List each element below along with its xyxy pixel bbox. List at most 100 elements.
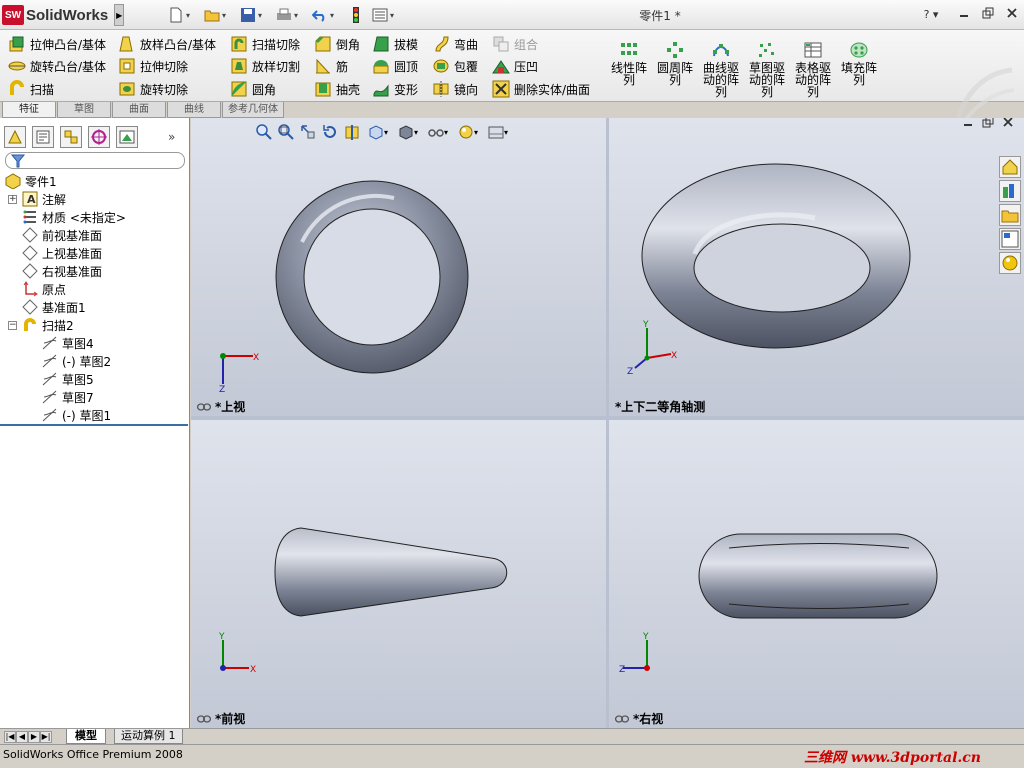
configuration-manager-tab[interactable]	[60, 126, 82, 148]
rebuild-button[interactable]	[348, 6, 366, 24]
table-driven-pattern-button[interactable]: 表格驱 动的阵 列	[790, 42, 836, 98]
curve-driven-pattern-button[interactable]: 曲线驱 动的阵 列	[698, 42, 744, 98]
design-library-tab[interactable]	[999, 180, 1021, 202]
restore-button[interactable]	[980, 7, 996, 23]
mirror-label: 镜向	[454, 82, 479, 97]
tree-child-sketch2[interactable]: (-) 草图2	[0, 352, 190, 370]
viewport-right-name: *右视	[633, 712, 664, 726]
tab-features[interactable]: 特征	[2, 102, 56, 118]
dome-button[interactable]: 圆顶	[372, 56, 418, 76]
property-manager-tab[interactable]	[32, 126, 54, 148]
swept-boss-button[interactable]: 扫描	[8, 79, 54, 99]
tree-item-plane1[interactable]: 基准面1	[0, 298, 190, 316]
tree-item-annotations[interactable]: + A 注解	[0, 190, 190, 208]
tree-root-part[interactable]: 零件1	[0, 172, 190, 190]
panel-collapse-chevron-icon[interactable]: »	[168, 130, 175, 144]
solidworks-resources-tab[interactable]	[999, 156, 1021, 178]
extruded-boss-button[interactable]: 拉伸凸台/基体	[8, 34, 106, 54]
scroll-first-icon[interactable]: |◀	[4, 731, 16, 743]
collapse-minus-icon[interactable]: −	[8, 320, 17, 330]
rib-button[interactable]: 筋	[314, 56, 348, 76]
table-driven-pattern-label: 表格驱 动的阵 列	[794, 61, 831, 99]
feature-manager-tab[interactable]	[4, 126, 26, 148]
viewport-front-label[interactable]: *前视	[197, 710, 245, 727]
graphics-area[interactable]: ▾ ▾ ▾ ▾ ▾ X Z *上视 Y X Z *上下二等角轴测 Y X *前视…	[191, 118, 1024, 728]
tab-motion-study[interactable]: 运动算例 1	[114, 729, 183, 744]
print-button[interactable]: ▾	[276, 6, 298, 24]
tab-model[interactable]: 模型	[66, 729, 106, 744]
plane-icon	[22, 263, 38, 279]
tree-item-right-plane[interactable]: 右视基准面	[0, 262, 190, 280]
tab-curves[interactable]: 曲线	[167, 102, 221, 118]
fill-pattern-button[interactable]: 填充阵 列	[836, 42, 882, 86]
linear-pattern-button[interactable]: 线性阵 列	[606, 42, 652, 86]
display-manager-tab[interactable]	[116, 126, 138, 148]
sketch-driven-pattern-button[interactable]: 草图驱 动的阵 列	[744, 42, 790, 98]
extruded-cut-button[interactable]: 拉伸切除	[118, 56, 188, 76]
chamfer-button[interactable]: 倒角	[314, 34, 360, 54]
viewport-isometric-label[interactable]: *上下二等角轴测	[615, 398, 705, 415]
undo-button[interactable]: ▾	[312, 6, 334, 24]
indent-button[interactable]: 压凹	[492, 56, 538, 76]
solidworks-logo[interactable]: SW SolidWorks ▶	[2, 4, 125, 26]
scroll-right-icon[interactable]: ▶	[28, 731, 40, 743]
view-palette-tab[interactable]	[999, 228, 1021, 250]
viewport-isometric[interactable]: Y X Z *上下二等角轴测	[609, 118, 1024, 416]
save-button[interactable]: ▾	[240, 6, 262, 24]
combine-button[interactable]: 组合	[492, 34, 538, 54]
scroll-left-icon[interactable]: ◀	[16, 731, 28, 743]
viewport-top[interactable]: ▾ ▾ ▾ ▾ ▾ X Z *上视	[191, 118, 606, 416]
fillet-button[interactable]: 圆角	[230, 79, 276, 99]
tree-item-sweep2[interactable]: − 扫描2	[0, 316, 190, 334]
menu-flyout-arrow-icon[interactable]: ▶	[114, 4, 125, 26]
tree-item-front-plane[interactable]: 前视基准面	[0, 226, 190, 244]
revolved-cut-button[interactable]: 旋转切除	[118, 79, 188, 99]
swept-cut-button[interactable]: 扫描切除	[230, 34, 300, 54]
panel-tabs	[4, 126, 144, 148]
shell-button[interactable]: 抽壳	[314, 79, 360, 99]
tab-reference-geometry[interactable]: 参考几何体	[222, 102, 284, 118]
dimxpert-manager-tab[interactable]	[88, 126, 110, 148]
mirror-button[interactable]: 镜向	[432, 79, 478, 99]
options-button[interactable]: ▾	[372, 6, 394, 24]
delete-body-button[interactable]: 删除实体/曲面	[492, 79, 590, 99]
tab-surfaces[interactable]: 曲面	[112, 102, 166, 118]
scroll-last-icon[interactable]: ▶|	[40, 731, 52, 743]
close-button[interactable]	[1004, 7, 1020, 23]
minimize-button[interactable]	[956, 7, 972, 23]
new-document-button[interactable]: ▾	[168, 6, 190, 24]
viewport-right[interactable]: Y Z *右视	[609, 420, 1024, 728]
rib-icon	[316, 58, 330, 74]
viewport-right-label[interactable]: *右视	[615, 710, 663, 727]
viewport-top-label[interactable]: *上视	[197, 398, 245, 415]
tree-child-sketch5[interactable]: 草图5	[0, 370, 190, 388]
property-icon	[36, 130, 50, 144]
circular-pattern-button[interactable]: 圆周阵 列	[652, 42, 698, 86]
tree-item-material[interactable]: 材质 <未指定>	[0, 208, 190, 226]
tree-item-origin[interactable]: 原点	[0, 280, 190, 298]
help-button[interactable]: ? ▾	[918, 7, 944, 23]
lofted-cut-button[interactable]: 放样切割	[230, 56, 300, 76]
lofted-boss-button[interactable]: 放样凸台/基体	[118, 34, 216, 54]
tree-child-sketch7[interactable]: 草图7	[0, 388, 190, 406]
sketch-icon	[42, 354, 57, 368]
tree-child-sketch4[interactable]: 草图4	[0, 334, 190, 352]
wrap-button[interactable]: 包覆	[432, 56, 478, 76]
expand-plus-icon[interactable]: +	[8, 194, 17, 204]
plane-icon	[22, 227, 38, 243]
open-button[interactable]: ▾	[204, 6, 226, 24]
tree-item-top-plane[interactable]: 上视基准面	[0, 244, 190, 262]
tab-sketch[interactable]: 草图	[57, 102, 111, 118]
tree-item-label: 上视基准面	[42, 246, 103, 261]
appearances-tab[interactable]	[999, 252, 1021, 274]
tree-filter-input[interactable]	[5, 152, 185, 169]
draft-icon	[373, 36, 389, 52]
tree-child-sketch1[interactable]: (-) 草图1	[0, 406, 190, 424]
flex-button[interactable]: 弯曲	[432, 34, 478, 54]
draft-button[interactable]: 拔模	[372, 34, 418, 54]
rollback-bar[interactable]	[0, 424, 188, 426]
revolved-boss-button[interactable]: 旋转凸台/基体	[8, 56, 106, 76]
viewport-front[interactable]: Y X *前视	[191, 420, 606, 728]
deform-button[interactable]: 变形	[372, 79, 418, 99]
file-explorer-tab[interactable]	[999, 204, 1021, 226]
